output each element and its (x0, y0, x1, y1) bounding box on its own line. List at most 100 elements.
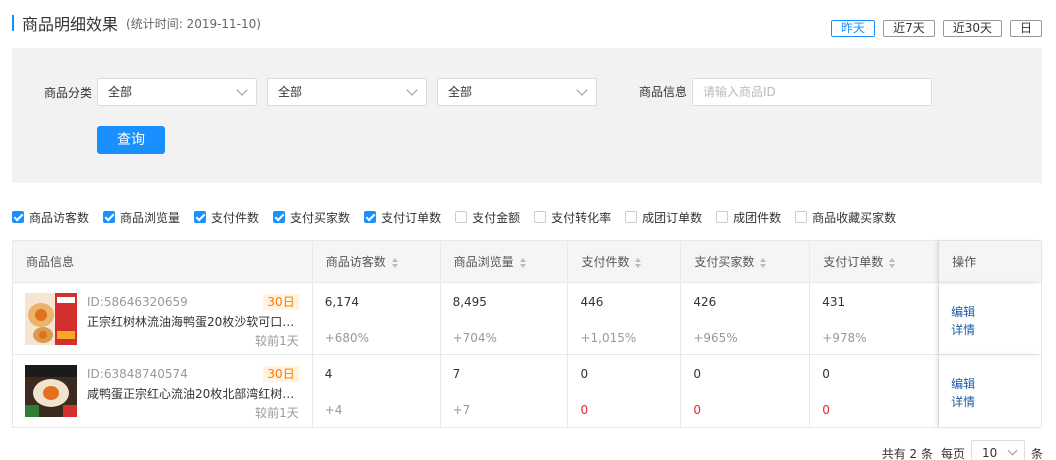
sort-icon[interactable] (889, 257, 896, 268)
period-badge: 30日 (263, 366, 299, 382)
metric-label: 商品浏览量 (120, 210, 181, 225)
checkbox-checked-icon[interactable] (273, 211, 286, 223)
product-info-label: 商品信息 (639, 85, 688, 99)
visitors-cell: 6,174 +680% (313, 283, 441, 355)
date-btn-day[interactable]: 日 (1009, 20, 1042, 37)
query-button[interactable]: 查询 (97, 126, 165, 154)
checkbox-icon[interactable] (534, 211, 547, 223)
category-select-1-value: 全部 (108, 85, 133, 99)
checkbox-icon[interactable] (625, 211, 638, 223)
compare-label: 较前1天 (255, 334, 299, 348)
metric-pay-buyers[interactable]: 支付买家数 (273, 209, 350, 225)
cell-value: 426 (693, 295, 717, 309)
product-cell: ID:63848740574 30日 咸鸭蛋正宗红心流油20枚北部湾红树林海鸭蛋… (13, 355, 313, 427)
checkbox-checked-icon[interactable] (364, 211, 377, 223)
pay-buyers-cell: 426 +965% (681, 283, 811, 355)
page-title: 商品明细效果 (22, 15, 119, 34)
metric-label: 成团件数 (733, 210, 782, 225)
cell-delta: +4 (324, 403, 343, 417)
checkbox-icon[interactable] (455, 211, 468, 223)
metric-conversion[interactable]: 支付转化率 (534, 209, 611, 225)
detail-link[interactable]: 详情 (951, 321, 975, 338)
category-select-2[interactable]: 全部 (267, 78, 427, 106)
cell-delta: +1,015% (580, 331, 637, 345)
filter-panel: 商品分类 全部 全部 全部 商品信息 请输入商品ID 查询 (12, 48, 1042, 183)
table-header: 商品信息 商品访客数 商品浏览量 支付件数 支付买家数 支付订单数 操作 (13, 241, 1041, 283)
product-thumbnail[interactable] (25, 293, 77, 345)
col-header-pay-orders[interactable]: 支付订单数 (810, 241, 940, 283)
cell-delta: 0 (822, 403, 830, 417)
cell-value: 6,174 (324, 295, 360, 309)
checkbox-checked-icon[interactable] (194, 211, 207, 223)
cell-delta: +7 (452, 403, 471, 417)
pageviews-cell: 8,495 +704% (441, 283, 569, 355)
date-btn-7days[interactable]: 近7天 (883, 20, 935, 37)
cell-value: 8,495 (452, 295, 487, 309)
pay-items-cell: 0 0 (568, 355, 682, 427)
checkbox-icon[interactable] (716, 211, 729, 223)
metric-pay-items[interactable]: 支付件数 (194, 209, 259, 225)
metric-label: 支付件数 (211, 210, 260, 225)
total-count: 共有 2 条 (881, 446, 933, 460)
cell-value: 4 (324, 367, 333, 381)
sort-icon[interactable] (391, 257, 398, 268)
title-accent-bar (12, 15, 14, 31)
col-header-pay-buyers[interactable]: 支付买家数 (681, 241, 811, 283)
category-select-2-value: 全部 (278, 85, 303, 99)
product-thumbnail[interactable] (25, 365, 77, 417)
pay-orders-cell: 431 +978% (810, 283, 940, 355)
product-name[interactable]: 正宗红树林流油海鸭蛋20枚沙软可口咸鸭蛋 (87, 313, 301, 330)
chevron-down-icon (1007, 445, 1018, 456)
category-select-1[interactable]: 全部 (97, 78, 257, 106)
metric-selector: 商品访客数 商品浏览量 支付件数 支付买家数 支付订单数 支付金额 支付转化率 … (12, 209, 910, 225)
col-header-pay-items[interactable]: 支付件数 (568, 241, 682, 283)
cell-delta: 0 (580, 403, 589, 417)
sort-icon[interactable] (760, 257, 767, 268)
checkbox-checked-icon[interactable] (12, 211, 24, 223)
cell-value: 7 (452, 367, 461, 381)
metric-label: 支付买家数 (290, 210, 351, 225)
col-header-pageviews[interactable]: 商品浏览量 (441, 241, 569, 283)
product-name[interactable]: 咸鸭蛋正宗红心流油20枚北部湾红树林海鸭蛋 (87, 385, 301, 402)
col-header-visitors[interactable]: 商品访客数 (313, 241, 441, 283)
col-header-label: 支付买家数 (694, 255, 755, 269)
date-btn-yesterday[interactable]: 昨天 (831, 20, 876, 37)
metric-pay-orders[interactable]: 支付订单数 (364, 209, 441, 225)
metric-pay-amount[interactable]: 支付金额 (455, 209, 520, 225)
pay-buyers-cell: 0 0 (681, 355, 811, 427)
product-id-input[interactable]: 请输入商品ID (692, 78, 932, 106)
product-id: ID:63848740574 (87, 367, 188, 381)
chevron-down-icon (406, 84, 418, 96)
page-header: 商品明细效果 (统计时间: 2019-11-10) (12, 12, 261, 34)
page-size-select[interactable]: 10 (970, 440, 1025, 460)
chevron-down-icon (236, 84, 248, 96)
pagination: 共有 2 条 每页 10 条 (882, 440, 1043, 460)
cell-value: 0 (693, 367, 701, 381)
edit-link[interactable]: 编辑 (951, 375, 975, 392)
sort-icon[interactable] (635, 257, 642, 268)
col-header-label: 支付件数 (581, 255, 630, 269)
date-btn-30days[interactable]: 近30天 (942, 20, 1002, 37)
sort-icon[interactable] (519, 257, 526, 268)
checkbox-icon[interactable] (795, 211, 808, 223)
cell-delta: +965% (693, 331, 738, 345)
checkbox-checked-icon[interactable] (103, 211, 116, 223)
metric-visitors[interactable]: 商品访客数 (12, 209, 89, 225)
metric-group-orders[interactable]: 成团订单数 (625, 209, 702, 225)
per-page-label: 每页 (940, 446, 965, 460)
detail-link[interactable]: 详情 (951, 393, 975, 410)
metric-label: 成团订单数 (642, 210, 703, 225)
per-page-unit: 条 (1030, 446, 1043, 460)
cell-value: 431 (822, 295, 846, 309)
metric-group-items[interactable]: 成团件数 (716, 209, 781, 225)
cell-delta: 0 (693, 403, 701, 417)
metric-favorite-buyers[interactable]: 商品收藏买家数 (795, 209, 896, 225)
metric-pageviews[interactable]: 商品浏览量 (103, 209, 180, 225)
category-select-3[interactable]: 全部 (437, 78, 597, 106)
edit-link[interactable]: 编辑 (951, 303, 975, 320)
table-row: ID:58646320659 30日 正宗红树林流油海鸭蛋20枚沙软可口咸鸭蛋 … (13, 283, 1041, 355)
product-cell: ID:58646320659 30日 正宗红树林流油海鸭蛋20枚沙软可口咸鸭蛋 … (13, 283, 313, 355)
metric-label: 支付金额 (472, 210, 521, 225)
col-header-product: 商品信息 (13, 241, 313, 283)
cell-delta: +704% (452, 331, 497, 345)
